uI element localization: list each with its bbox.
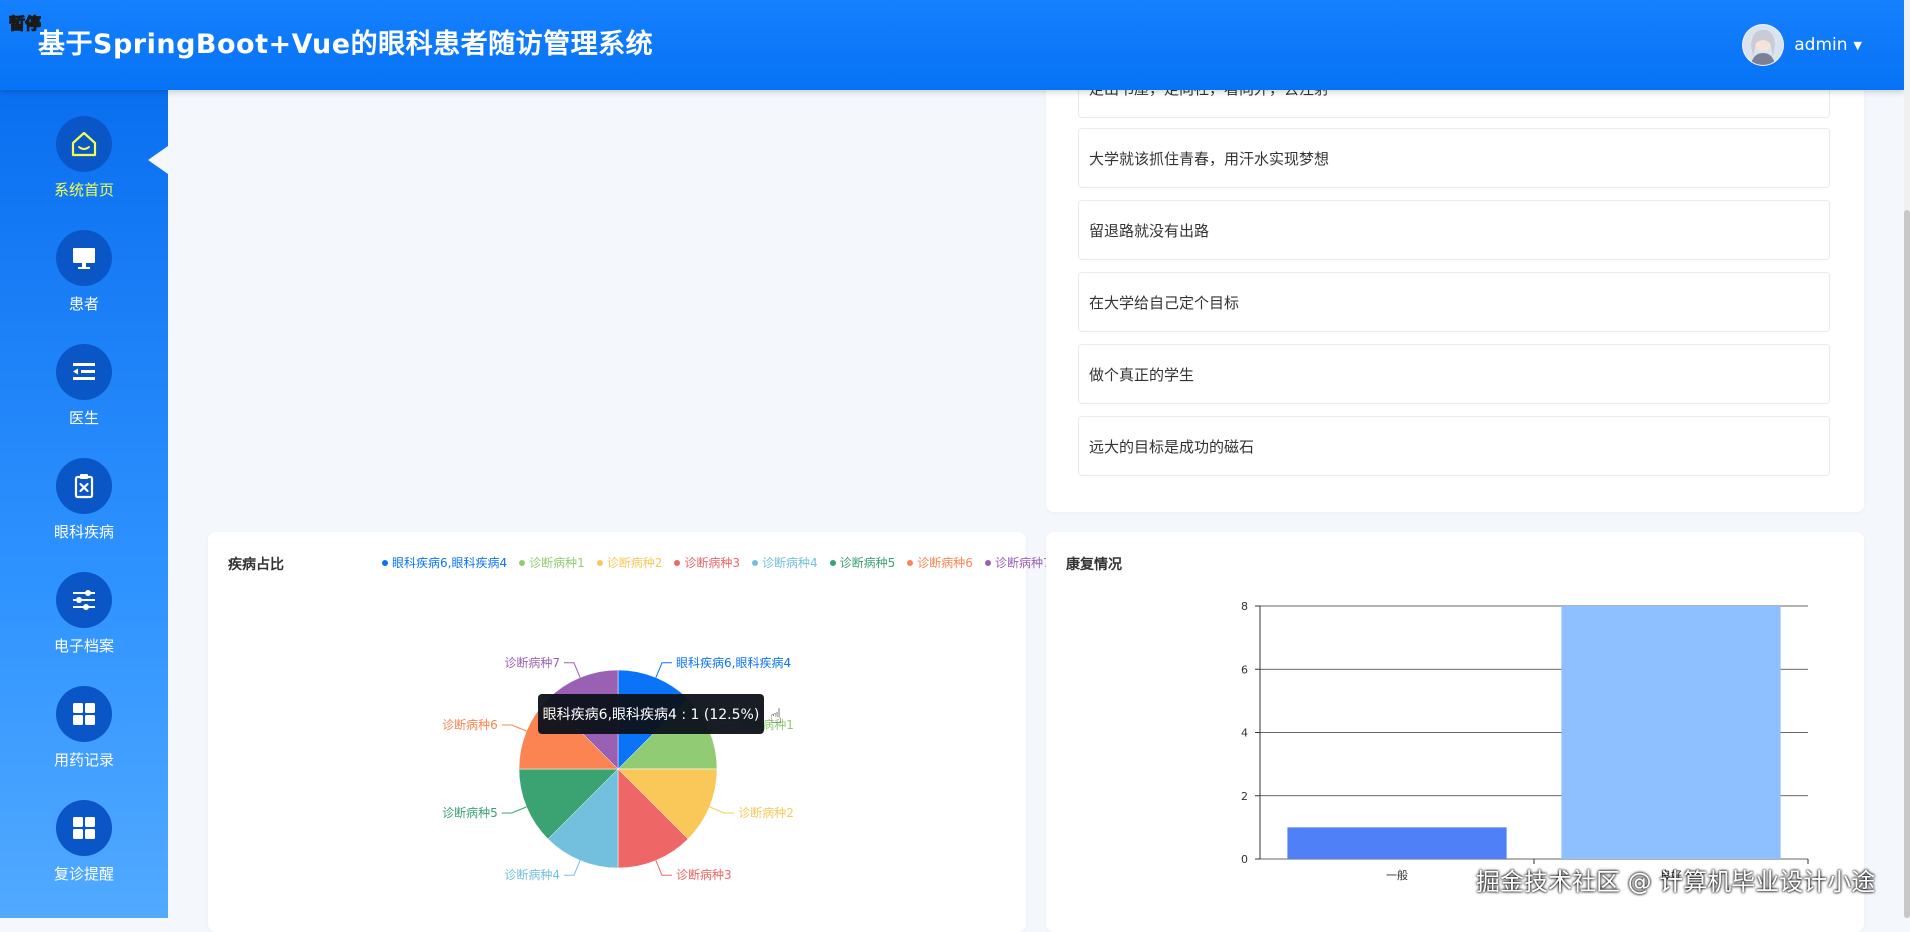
monitor-icon	[56, 230, 112, 286]
hand-cursor-icon: ☝	[770, 704, 783, 728]
bar[interactable]	[1287, 827, 1507, 859]
sidebar-item-patients[interactable]: 患者	[0, 224, 168, 336]
sliders-icon	[56, 572, 112, 628]
page-scrollbar[interactable]	[1904, 0, 1910, 918]
avatar[interactable]	[1742, 24, 1785, 66]
sidebar-item-medication[interactable]: 用药记录	[0, 680, 168, 792]
y-tick-label: 2	[1241, 790, 1248, 803]
sidebar-item-label: 复诊提醒	[53, 865, 114, 883]
paused-overlay-label: 暂停	[8, 14, 42, 34]
pie-label-line	[563, 860, 581, 876]
pie-label-line	[563, 662, 581, 678]
sidebar-item-label: 用药记录	[53, 751, 114, 769]
app-title: 基于SpringBoot+Vue的眼科患者随访管理系统	[38, 29, 654, 60]
notice-text: 留退路就没有出路	[1089, 221, 1210, 240]
pie-label-line	[655, 860, 673, 876]
list-item[interactable]: 做个真正的学生	[1078, 344, 1830, 404]
notice-text: 做个真正的学生	[1089, 365, 1195, 384]
notice-text: 在大学给自己定个目标	[1089, 293, 1240, 312]
pie-label: 诊断病种3	[676, 867, 732, 882]
pie-label: 诊断病种6	[442, 717, 498, 732]
scrollbar-thumb[interactable]	[1904, 210, 1910, 918]
pie-label-line	[501, 724, 527, 732]
notice-text: 远大的目标是成功的磁石	[1089, 437, 1255, 456]
list-indent-icon	[56, 344, 112, 400]
x-tick-label: 一般	[1386, 869, 1408, 882]
sidebar-item-label: 眼科疾病	[53, 523, 114, 541]
pie-label: 诊断病种5	[442, 805, 498, 820]
watermark: 掘金技术社区 @ 计算机毕业设计小途	[1476, 868, 1876, 896]
y-tick-label: 4	[1241, 727, 1248, 740]
chevron-down-icon[interactable]: ▼	[1854, 39, 1862, 52]
list-item[interactable]: 大学就该抓住青春，用汗水实现梦想	[1078, 128, 1830, 188]
sidebar-item-label: 系统首页	[53, 181, 114, 199]
sidebar-item-e-records[interactable]: 电子档案	[0, 566, 168, 678]
pie-label-line	[655, 662, 673, 678]
bar[interactable]	[1561, 606, 1781, 859]
home-icon	[56, 116, 112, 172]
clipboard-x-icon	[56, 458, 112, 514]
bar-chart: 02468一般 良好	[1241, 600, 1809, 882]
grid-icon	[56, 686, 112, 742]
top-header: 基于SpringBoot+Vue的眼科患者随访管理系统 admin ▼	[0, 0, 1904, 90]
pie-label: 诊断病种4	[504, 867, 560, 882]
list-item[interactable]: 远大的目标是成功的磁石	[1078, 416, 1830, 476]
sidebar-item-label: 医生	[68, 409, 99, 427]
sidebar-item-doctors[interactable]: 医生	[0, 338, 168, 450]
sidebar-item-label: 电子档案	[53, 637, 114, 655]
pie-label: 诊断病种2	[738, 805, 794, 820]
pie-label-line	[501, 806, 527, 814]
list-item[interactable]: 留退路就没有出路	[1078, 200, 1830, 260]
y-tick-label: 6	[1241, 663, 1248, 676]
notice-card: 走出书屋，走向社，看向外，去注射 大学就该抓住青春，用汗水实现梦想 留退路就没有…	[1046, 58, 1864, 512]
user-menu[interactable]: admin ▼	[1742, 24, 1862, 66]
sidebar-item-eye-diseases[interactable]: 眼科疾病	[0, 452, 168, 564]
sidebar-item-label: 患者	[68, 295, 99, 313]
grid-icon	[56, 800, 112, 856]
chart-tooltip: 眼科疾病6,眼科疾病4 : 1 (12.5%)	[538, 694, 764, 734]
y-tick-label: 0	[1241, 853, 1248, 866]
y-tick-label: 8	[1241, 600, 1248, 613]
pie-label: 眼科疾病6,眼科疾病4	[676, 655, 791, 670]
avatar-image	[1743, 25, 1784, 65]
pie-label-line	[709, 806, 735, 814]
sidebar: 系统首页 患者 医生 眼科疾病 电子档案 用药记录 复诊提醒	[0, 90, 168, 918]
sidebar-item-home[interactable]: 系统首页	[0, 110, 168, 222]
list-item[interactable]: 在大学给自己定个目标	[1078, 272, 1830, 332]
user-name[interactable]: admin	[1794, 35, 1847, 55]
pie-label: 诊断病种7	[504, 655, 560, 670]
notice-text: 大学就该抓住青春，用汗水实现梦想	[1089, 149, 1330, 168]
sidebar-item-follow-up[interactable]: 复诊提醒	[0, 794, 168, 906]
